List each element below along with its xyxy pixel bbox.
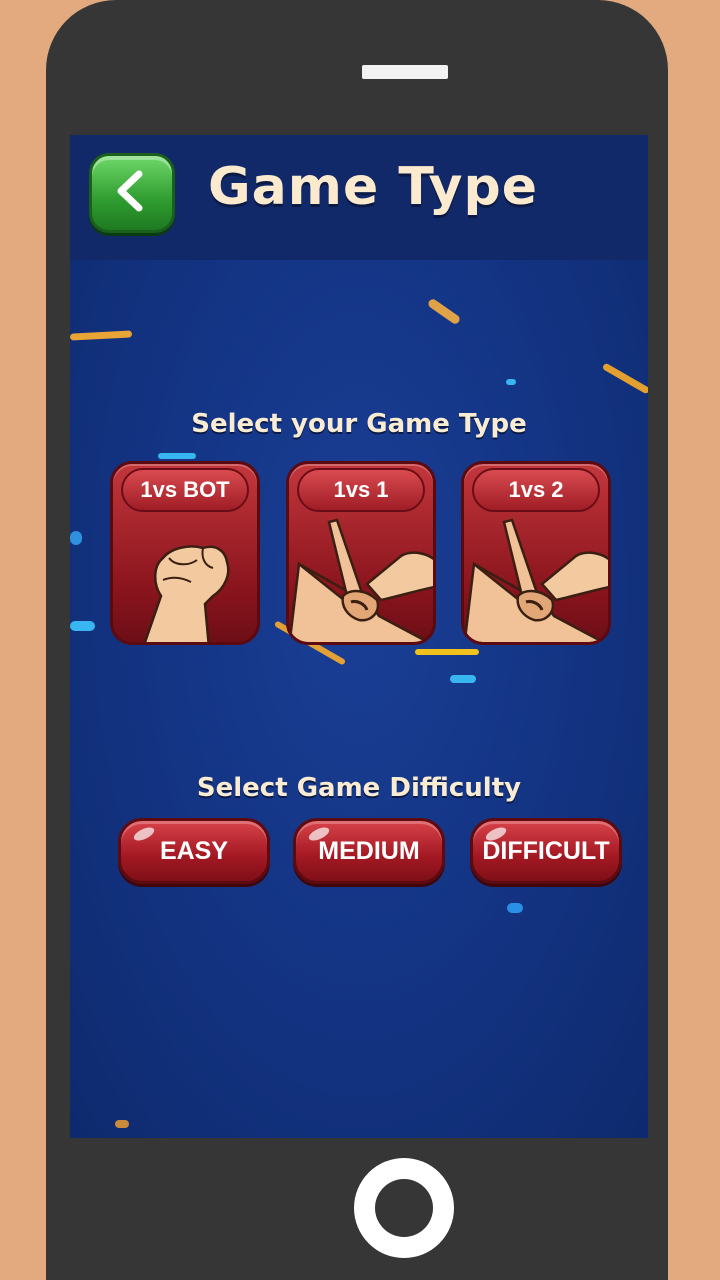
button-shine — [131, 824, 157, 844]
confetti-streak — [115, 1120, 129, 1128]
confetti-streak — [70, 330, 133, 341]
home-button[interactable] — [354, 1158, 454, 1258]
confetti-streak — [70, 621, 95, 631]
game-type-1vsbot-card[interactable]: 1vs BOT — [110, 461, 260, 645]
app-screen: Game Type Select your Game Type 1vs BOT … — [70, 135, 648, 1138]
button-label: EASY — [159, 836, 229, 865]
confetti-streak — [450, 675, 476, 683]
confetti-streak — [158, 453, 196, 459]
difficulty-label: Select Game Difficulty — [196, 773, 522, 803]
confetti-streak — [70, 531, 82, 545]
button-label: DIFFICULT — [482, 836, 610, 865]
game-type-1vs2-card[interactable]: 1vs 2 — [461, 461, 611, 645]
chevron-left-icon — [109, 168, 155, 218]
confetti-streak — [506, 379, 516, 385]
confetti-streak — [601, 362, 648, 395]
difficulty-difficult-button[interactable]: DIFFICULT — [470, 818, 622, 884]
difficulty-medium-button[interactable]: MEDIUM — [293, 818, 445, 884]
home-button-center — [375, 1179, 433, 1237]
page-title: Game Type — [208, 157, 539, 217]
speaker-grille — [362, 65, 448, 79]
header-bar: Game Type — [70, 135, 648, 260]
confetti-streak — [426, 297, 462, 326]
back-button[interactable] — [89, 153, 175, 233]
game-type-label: Select your Game Type — [191, 409, 527, 439]
difficulty-easy-button[interactable]: EASY — [118, 818, 270, 884]
button-label: MEDIUM — [318, 836, 420, 865]
confetti-streak — [507, 903, 523, 913]
game-type-1vs1-card[interactable]: 1vs 1 — [286, 461, 436, 645]
confetti-streak — [415, 649, 479, 655]
